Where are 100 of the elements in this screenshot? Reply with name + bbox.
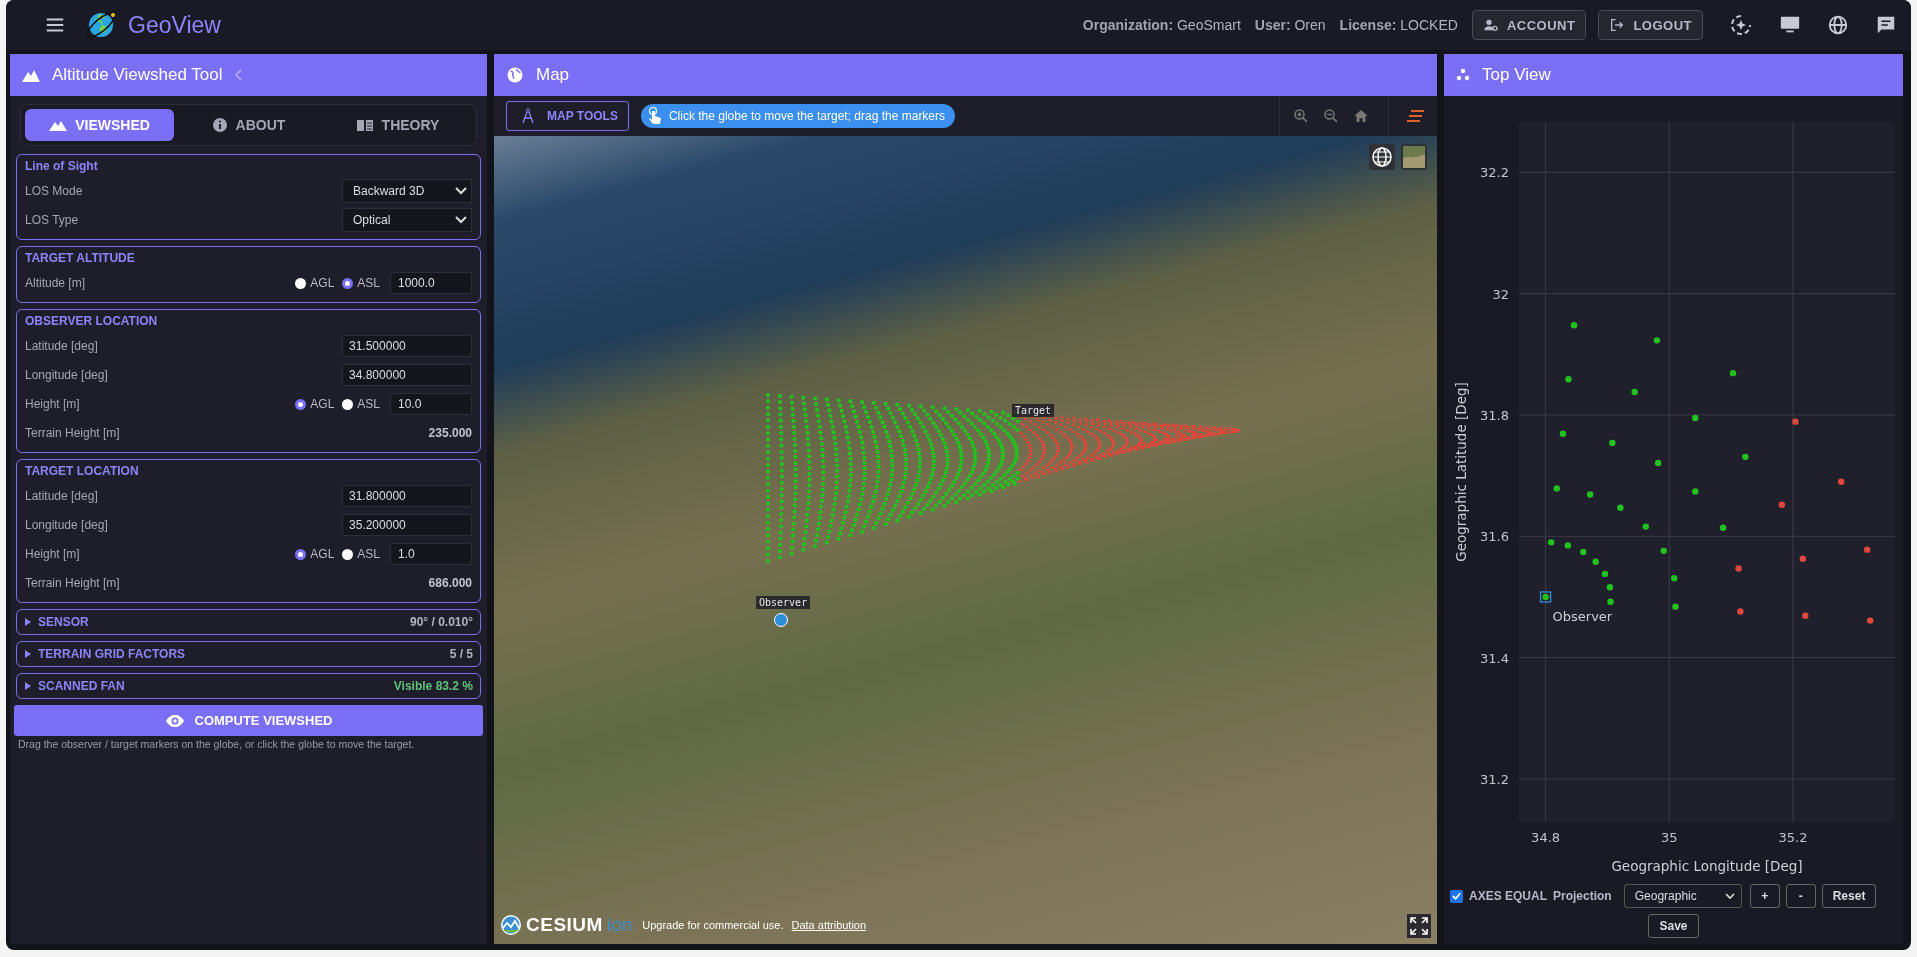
zoom-out-icon[interactable] [1322,107,1340,125]
y-tick-label: 31.6 [1480,529,1509,545]
compute-viewshed-button[interactable]: COMPUTE VIEWSHED [14,705,483,736]
save-button[interactable]: Save [1648,914,1699,938]
input-field[interactable]: 31.500000 [342,335,472,357]
data-point [1867,617,1874,624]
sparkle-circle-icon[interactable] [1729,13,1753,37]
data-point [1719,524,1727,531]
radio-label[interactable]: ASL [357,547,380,561]
map-marker-label[interactable]: Observer [756,596,811,609]
data-point [1631,388,1638,396]
data-point [1609,439,1616,447]
chart-control-button[interactable]: Reset [1821,884,1877,908]
mountain-icon [49,119,68,131]
data-point [1671,574,1678,582]
book-icon [355,118,374,132]
input-field[interactable]: 1.0 [390,543,472,565]
collapsible-section[interactable]: TERRAIN GRID FACTORS 5 / 5 [16,641,481,667]
panel-title: Top View [1482,65,1551,85]
field-label: Height [m] [25,547,80,561]
data-point [1729,369,1737,377]
data-attribution-link[interactable]: Data attribution [791,919,867,931]
radio-label[interactable]: AGL [310,276,335,290]
logout-button[interactable]: LOGOUT [1598,10,1703,40]
data-point [1617,504,1624,511]
chart-control-button[interactable]: + [1749,884,1780,908]
y-tick-label: 31.4 [1480,650,1509,666]
data-point [1564,542,1572,549]
radio-label[interactable]: ASL [357,276,380,290]
projection-select[interactable]: Geographic [1623,884,1742,908]
input-field[interactable]: 34.800000 [342,364,472,386]
account-button[interactable]: ACCOUNT [1471,10,1587,40]
tab[interactable]: ABOUT [174,109,323,141]
app-name: GeoView [128,11,221,39]
radio-button[interactable] [342,398,354,410]
cesium-logo-icon [500,914,522,936]
input-field[interactable]: 31.800000 [342,485,472,507]
data-point [1799,555,1807,562]
data-point [1735,565,1742,572]
data-point [1607,598,1614,605]
input-field[interactable]: 1000.0 [390,272,472,294]
data-point [1792,418,1799,425]
x-tick-label: 35 [1661,830,1678,845]
radio-label[interactable]: AGL [310,547,335,561]
user-gear-icon [1482,17,1499,33]
globe-icon[interactable] [1827,14,1849,36]
section-title: TARGET LOCATION [25,464,140,478]
radio-label[interactable]: AGL [310,397,335,411]
select-field[interactable]: Optical [342,208,472,232]
field-label: Longitude [deg] [25,368,108,382]
radio-button[interactable] [295,277,307,289]
imagery-thumbnail-icon[interactable] [1401,144,1427,170]
globe-icon[interactable] [1369,144,1395,170]
input-field[interactable]: 10.0 [390,393,472,415]
input-field[interactable]: 35.200000 [342,514,472,536]
tab[interactable]: THEORY [323,109,472,141]
section-title: TERRAIN GRID FACTORS [38,647,186,661]
x-axis-title: Geographic Longitude [Deg] [1611,858,1803,874]
collapsible-section[interactable]: SCANNED FAN Visible 83.2 % [16,673,481,699]
radio-button[interactable] [295,548,307,560]
cesium-logo-text: CESIUM [526,914,603,936]
data-point [1592,558,1599,565]
collapsible-section[interactable]: SENSOR 90° / 0.010° [16,609,481,635]
fullscreen-icon[interactable] [1407,914,1431,938]
radio-button[interactable] [342,548,354,560]
section-title: Line of Sight [25,159,99,173]
tab[interactable]: VIEWSHED [25,109,174,141]
data-point [1565,376,1572,383]
zoom-in-icon[interactable] [1292,107,1310,125]
radio-label[interactable]: ASL [357,397,380,411]
x-tick-label: 34.8 [1531,830,1561,845]
radio-button[interactable] [342,277,354,289]
y-tick-label: 32 [1492,286,1509,302]
chevron-down-icon [455,216,467,224]
field-label: Longitude [deg] [25,518,108,532]
field-label: Projection [1553,889,1612,903]
hint-chip: Click the globe to move the target; drag the markers [640,104,956,128]
chart-control-button[interactable]: - [1785,884,1816,908]
data-point [1692,414,1699,422]
readout-value: 686.000 [428,576,472,590]
x-tick-label: 35.2 [1778,830,1808,845]
mountain-icon [22,68,40,82]
section-summary: 90° / 0.010° [410,615,473,629]
y-tick-label: 31.8 [1480,408,1509,423]
checkbox-label[interactable]: AXES EQUAL [1469,889,1547,903]
select-field[interactable]: Backward 3D [342,179,472,203]
radio-button[interactable] [295,398,307,410]
map-marker-label[interactable]: Target [1012,404,1055,417]
section-title: OBSERVER LOCATION [25,314,159,328]
map-tools-button[interactable]: MAP TOOLS [506,101,629,131]
section-title: SCANNED FAN [38,679,125,693]
home-icon[interactable] [1352,107,1370,125]
section-summary: 5 / 5 [449,647,473,661]
checkbox[interactable] [1450,889,1463,903]
data-point [1742,453,1749,461]
chart-annotation: Observer [1552,608,1613,624]
info-icon [211,117,228,133]
layers-icon[interactable] [1407,109,1425,123]
compass-icon [521,108,535,124]
data-point [1580,548,1587,556]
